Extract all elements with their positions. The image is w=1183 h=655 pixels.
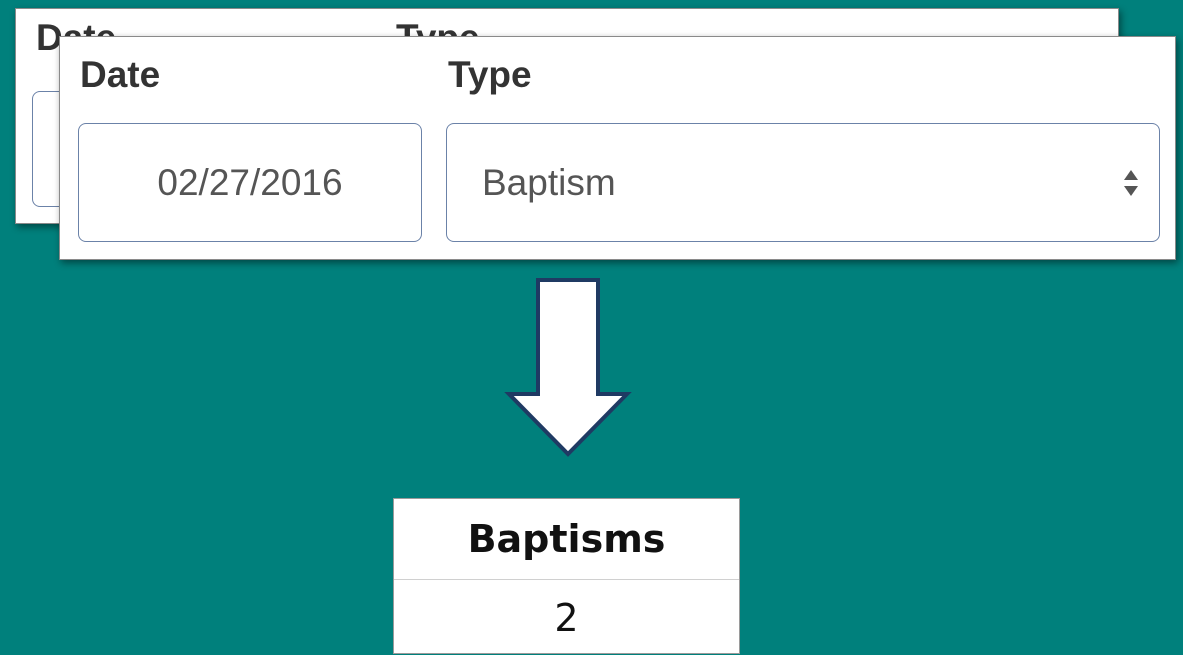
date-input-value: 02/27/2016 xyxy=(157,161,343,203)
result-table: Baptisms 2 xyxy=(393,498,740,654)
date-input[interactable]: 02/27/2016 xyxy=(78,123,422,242)
type-select[interactable]: Baptism xyxy=(446,123,1160,242)
date-label: Date xyxy=(80,54,161,95)
form-card: Date Type 02/27/2016 Baptism xyxy=(59,36,1176,260)
table-header: Baptisms xyxy=(394,499,739,580)
type-select-value: Baptism xyxy=(482,161,616,203)
type-label: Type xyxy=(448,54,532,95)
up-down-caret-icon xyxy=(1123,168,1139,198)
down-arrow-icon xyxy=(504,278,632,457)
table-cell: 2 xyxy=(554,595,579,640)
